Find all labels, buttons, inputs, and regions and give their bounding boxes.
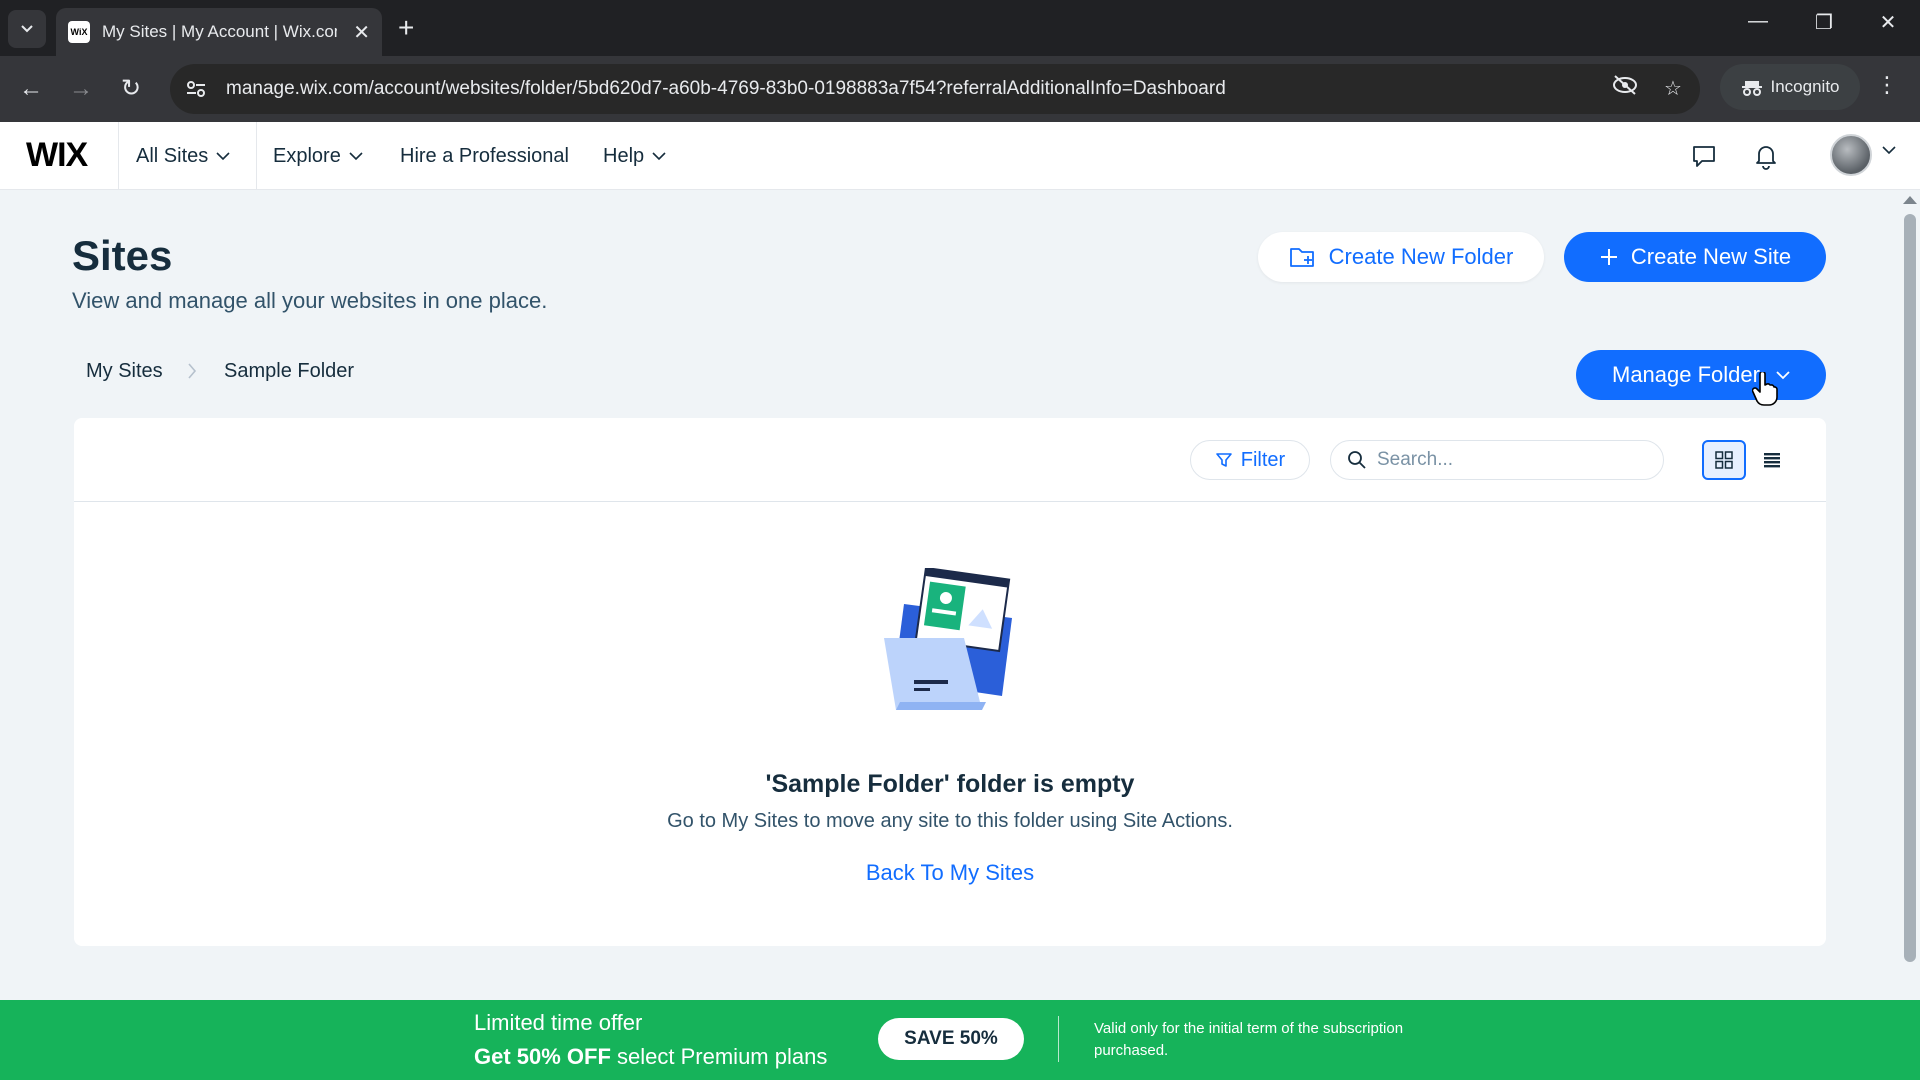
bookmark-star-icon[interactable]: ☆ <box>1658 74 1688 104</box>
chevron-down-icon[interactable] <box>1882 146 1896 155</box>
menu-hire-professional-label: Hire a Professional <box>400 144 569 167</box>
divider <box>1058 1016 1059 1062</box>
browser-tab-bar: WiX My Sites | My Account | Wix.com ✕ + … <box>0 0 1920 56</box>
chevron-down-icon <box>21 25 33 33</box>
page-title: Sites <box>72 232 173 279</box>
reload-icon[interactable]: ↻ <box>114 72 148 106</box>
wix-favicon-icon: WiX <box>68 21 90 43</box>
avatar[interactable] <box>1830 134 1872 176</box>
close-tab-icon[interactable]: ✕ <box>353 20 370 45</box>
promo-discount: Get 50% OFF <box>474 1044 611 1069</box>
wix-top-bar: WIX All Sites Explore Hire a Professiona… <box>0 122 1920 190</box>
bell-icon[interactable] <box>1752 142 1782 172</box>
minimize-icon[interactable]: — <box>1738 10 1778 33</box>
empty-state-text: Go to My Sites to move any site to this … <box>667 810 1233 832</box>
incognito-icon <box>1741 81 1762 96</box>
tab-list-button[interactable] <box>8 10 46 48</box>
restore-icon[interactable]: ❐ <box>1804 10 1844 35</box>
panel-toolbar: Filter <box>74 418 1826 502</box>
add-folder-icon <box>1289 248 1314 267</box>
search-box[interactable] <box>1330 440 1664 480</box>
window-close-icon[interactable]: ✕ <box>1868 10 1908 35</box>
menu-help-label: Help <box>603 144 645 167</box>
new-tab-icon[interactable]: + <box>398 12 414 44</box>
create-new-folder-label: Create New Folder <box>1328 244 1514 269</box>
scroll-up-arrow-icon[interactable] <box>1903 196 1917 204</box>
filter-label: Filter <box>1240 448 1286 471</box>
manage-folder-button[interactable]: Manage Folder <box>1576 350 1826 400</box>
incognito-badge[interactable]: Incognito <box>1720 64 1860 110</box>
chevron-down-icon <box>349 151 363 160</box>
save-50-button[interactable]: SAVE 50% <box>878 1018 1024 1060</box>
menu-help[interactable]: Help <box>603 122 666 190</box>
menu-all-sites-label: All Sites <box>136 144 209 167</box>
grid-icon <box>1715 451 1733 469</box>
filter-icon <box>1215 453 1232 467</box>
create-new-site-label: Create New Site <box>1630 244 1792 269</box>
eye-off-icon[interactable] <box>1610 74 1640 104</box>
search-icon <box>1348 451 1366 469</box>
create-new-folder-button[interactable]: Create New Folder <box>1258 232 1544 282</box>
browser-menu-icon[interactable]: ⋮ <box>1876 72 1898 98</box>
back-to-my-sites-link[interactable]: Back To My Sites <box>74 860 1826 886</box>
create-new-site-button[interactable]: Create New Site <box>1564 232 1826 282</box>
address-bar[interactable]: manage.wix.com/account/websites/folder/5… <box>170 64 1700 114</box>
plus-icon <box>1600 249 1617 265</box>
chevron-down-icon <box>216 151 230 160</box>
tab-title: My Sites | My Account | Wix.com <box>102 22 337 41</box>
list-icon <box>1764 453 1780 468</box>
menu-all-sites[interactable]: All Sites <box>136 122 230 190</box>
url-text: manage.wix.com/account/websites/folder/5… <box>226 78 1226 99</box>
chat-icon[interactable] <box>1690 142 1720 172</box>
menu-explore[interactable]: Explore <box>273 122 363 190</box>
chevron-right-icon <box>188 363 197 379</box>
chevron-down-icon <box>1776 370 1790 379</box>
empty-folder-illustration-icon <box>884 568 1012 710</box>
browser-toolbar: ← → ↻ manage.wix.com/account/websites/fo… <box>0 56 1920 122</box>
menu-explore-label: Explore <box>273 144 341 167</box>
search-input[interactable] <box>1377 449 1637 471</box>
promo-banner: Limited time offer Get 50% OFF select Pr… <box>0 1000 1920 1080</box>
filter-button[interactable]: Filter <box>1190 440 1310 480</box>
promo-note: Valid only for the initial term of the s… <box>1094 1020 1404 1059</box>
divider <box>118 122 119 190</box>
chevron-down-icon <box>652 151 666 160</box>
grid-view-button[interactable] <box>1702 440 1746 480</box>
empty-state-title: 'Sample Folder' folder is empty <box>765 770 1135 798</box>
hand-cursor-icon <box>1752 372 1778 406</box>
promo-offer-label: Limited time offer <box>474 1010 643 1035</box>
divider <box>256 122 257 190</box>
page-subtitle: View and manage all your websites in one… <box>72 288 548 313</box>
menu-hire-professional[interactable]: Hire a Professional <box>400 122 569 190</box>
wix-logo[interactable]: WIX <box>26 136 88 175</box>
browser-tab[interactable]: WiX My Sites | My Account | Wix.com ✕ <box>56 8 382 56</box>
sites-panel: Filter 'Sample Folder' folder is empty G… <box>74 418 1826 946</box>
promo-plans: select Premium plans <box>610 1044 828 1069</box>
back-arrow-icon[interactable]: ← <box>14 72 48 106</box>
forward-arrow-icon[interactable]: → <box>64 72 98 106</box>
site-info-icon[interactable] <box>176 69 216 109</box>
incognito-label: Incognito <box>1770 77 1840 96</box>
breadcrumb-sample-folder: Sample Folder <box>224 360 355 382</box>
scrollbar-thumb[interactable] <box>1904 214 1916 962</box>
list-view-button[interactable] <box>1750 440 1794 480</box>
manage-folder-label: Manage Folder <box>1612 362 1760 387</box>
promo-offer-text: Get 50% OFF select Premium plans <box>474 1044 827 1070</box>
breadcrumb-my-sites[interactable]: My Sites <box>86 360 163 383</box>
